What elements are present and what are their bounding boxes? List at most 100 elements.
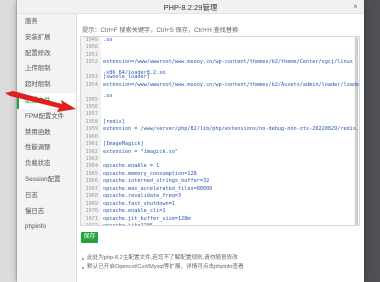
line-number: 1950: [81, 44, 101, 52]
line-number: 1960: [81, 133, 101, 142]
code-text: opcache.memory_consumption=128: [103, 170, 197, 177]
code-text: extension = /www/server/php/82/lib/php/e…: [103, 126, 359, 133]
code-line[interactable]: 1949 .so: [81, 37, 359, 45]
code-line[interactable]: 1971 opcache.jit_buffer_size=128m: [81, 215, 359, 223]
line-number: 1957: [81, 111, 101, 119]
sidebar-item[interactable]: 负载状态: [17, 156, 76, 172]
sidebar-item[interactable]: Session配置: [17, 172, 76, 188]
sidebar-item[interactable]: phpinfo: [17, 219, 76, 235]
sidebar-item[interactable]: 禁用函数: [17, 125, 76, 141]
line-number: 1971: [81, 215, 101, 223]
code-line[interactable]: 1963: [81, 156, 359, 164]
dialog-title: PHP-8.2.29管理: [163, 3, 218, 12]
code-line[interactable]: 1968 opcache.revalidate_freq=3: [81, 193, 359, 201]
tip-item: 默认已开启Opencol/Curl/Mysql等扩展，详情可点击phpinfo查…: [82, 263, 244, 272]
sidebar-item[interactable]: 配置文件: [17, 92, 76, 109]
tip-item: 此处为php-8.2主配置文件,若您不了解配置规则,请勿随意修改: [82, 254, 244, 263]
code-line[interactable]: -x86_64/loader8.2.so: [81, 66, 359, 75]
code-text: opcache.interned_strings_buffer=32: [103, 178, 210, 185]
sidebar-item[interactable]: 性能调整: [17, 140, 76, 156]
sidebar-item[interactable]: 日志: [17, 188, 76, 204]
code-line[interactable]: 1960: [81, 133, 359, 142]
code-line[interactable]: 1954 extension=/www/wwwroot/www.muooy.cn/…: [81, 81, 359, 90]
sidebar-item[interactable]: 配置修改: [17, 46, 76, 62]
code-text: [ImageMagick]: [103, 141, 144, 148]
code-text: [redis]: [103, 118, 125, 125]
editor-hint: 提示：Ctrl+F 搜索关键字，Ctrl+S 保存，Ctrl+H 查找替换: [82, 27, 239, 34]
line-number: 1969: [81, 200, 101, 209]
code-line[interactable]: 1962 extension = "imagick.so": [81, 148, 359, 156]
line-number: 1956: [81, 103, 101, 112]
code-line[interactable]: 1950: [81, 44, 359, 52]
code-line[interactable]: 1956: [81, 103, 359, 112]
config-file-panel: 提示：Ctrl+F 搜索关键字，Ctrl+S 保存，Ctrl+H 查找替换 19…: [80, 14, 362, 282]
code-line[interactable]: 1955: [81, 96, 359, 104]
line-number: 1968: [81, 193, 101, 201]
line-number: 1955: [81, 96, 101, 104]
code-text: opcache.jit_buffer_size=128m: [103, 215, 191, 222]
code-line[interactable]: 1951: [81, 51, 359, 60]
tips-list: 此处为php-8.2主配置文件,若您不了解配置规则,请勿随意修改 默认已开启Ope…: [82, 254, 244, 272]
code-line[interactable]: 1964 opcache.enable = 1: [81, 163, 359, 171]
line-number: [81, 66, 101, 75]
line-number: 1965: [81, 170, 101, 179]
code-line[interactable]: 1969 opcache.fast_shutdown=1: [81, 200, 359, 209]
background-panel-left: [0, 0, 17, 282]
code-text: opcache.enable_cli=1: [103, 208, 166, 215]
code-line[interactable]: 1958 [redis]: [81, 118, 359, 127]
code-line[interactable]: 1972 opcache.jit=1205: [81, 222, 359, 226]
sidebar-item[interactable]: 上传限制: [17, 61, 76, 77]
close-icon[interactable]: ×: [351, 3, 360, 12]
code-text: opcache.fast_shutdown=1: [103, 200, 175, 207]
line-number: 1953: [81, 74, 101, 82]
line-number: 1951: [81, 51, 101, 60]
code-line[interactable]: 1959 extension = /www/server/php/82/lib/p…: [81, 126, 359, 134]
sidebar-item[interactable]: 安装扩展: [17, 30, 76, 46]
code-line[interactable]: .so: [81, 89, 359, 97]
line-number: 1963: [81, 156, 101, 164]
php-manager-dialog: PHP-8.2.29管理 × 服务 安装扩展 配置修改 上传限制 超时限制 配置文件 FPM…: [17, 0, 364, 282]
sidebar-item[interactable]: FPM配置文件: [17, 109, 76, 125]
code-text: extension = "imagick.so": [103, 148, 178, 155]
code-text: [swoole_loader]: [103, 74, 150, 81]
line-number: 1959: [81, 126, 101, 134]
dialog-titlebar: PHP-8.2.29管理 ×: [17, 0, 364, 14]
line-number: 1949: [81, 37, 101, 45]
code-text: opcache.max_accelerated_files=80000: [103, 185, 213, 192]
code-line[interactable]: 1953 [swoole_loader]: [81, 74, 359, 82]
line-number: 1958: [81, 118, 101, 127]
line-number: 1966: [81, 178, 101, 186]
code-line[interactable]: 1957: [81, 111, 359, 119]
code-line[interactable]: 1952 extension=/www/wwwroot/www.muooy.cn/…: [81, 59, 359, 67]
code-line[interactable]: 1965 opcache.memory_consumption=128: [81, 170, 359, 179]
line-number: 1962: [81, 148, 101, 156]
code-line[interactable]: 1967 opcache.max_accelerated_files=80000: [81, 185, 359, 194]
line-number: 1972: [81, 222, 101, 225]
save-button[interactable]: 保存: [81, 232, 98, 243]
code-text: extension=/www/wwwroot/www.muooy.cn/wp-c…: [103, 59, 353, 66]
code-line[interactable]: 1970 opcache.enable_cli=1: [81, 208, 359, 216]
line-number: 1970: [81, 208, 101, 216]
line-number: 1961: [81, 141, 101, 149]
sidebar-item[interactable]: 超时限制: [17, 77, 76, 93]
line-number: [81, 89, 101, 97]
sidebar-item[interactable]: 服务: [17, 14, 76, 30]
code-text: opcache.jit=1205: [103, 222, 153, 226]
code-line[interactable]: 1966 opcache.interned_strings_buffer=32: [81, 178, 359, 186]
line-number: 1954: [81, 81, 101, 90]
code-editor[interactable]: 1949 .so 1950 1951 1952 extension=/www/wwwroo…: [80, 36, 360, 226]
line-number: 1967: [81, 185, 101, 194]
code-line[interactable]: 1961 [ImageMagick]: [81, 141, 359, 149]
background-panel-right: [364, 0, 380, 282]
line-number: 1964: [81, 163, 101, 171]
code-text: extension=/www/wwwroot/www.muooy.cn/wp-c…: [103, 81, 359, 88]
sidebar-item[interactable]: 慢日志: [17, 204, 76, 220]
code-text: .so: [103, 37, 113, 43]
